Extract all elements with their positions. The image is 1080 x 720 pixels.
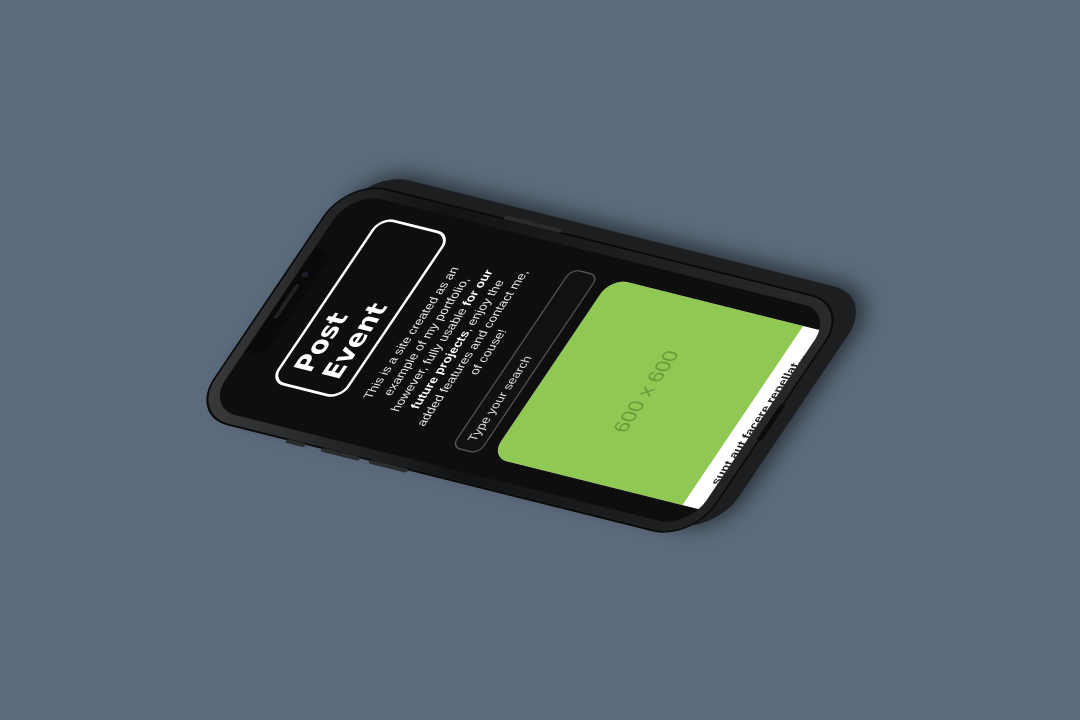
page-content: Post Event This is a site created as an …	[206, 192, 834, 528]
post-image-placeholder: 600 x 600	[490, 278, 804, 506]
phone-mockup: Post Event This is a site created as an …	[191, 181, 849, 539]
mockup-stage: Post Event This is a site created as an …	[0, 0, 1080, 720]
image-size-label: 600 x 600	[608, 348, 685, 435]
camera-icon	[300, 271, 310, 278]
phone-screen: Post Event This is a site created as an …	[206, 192, 834, 528]
